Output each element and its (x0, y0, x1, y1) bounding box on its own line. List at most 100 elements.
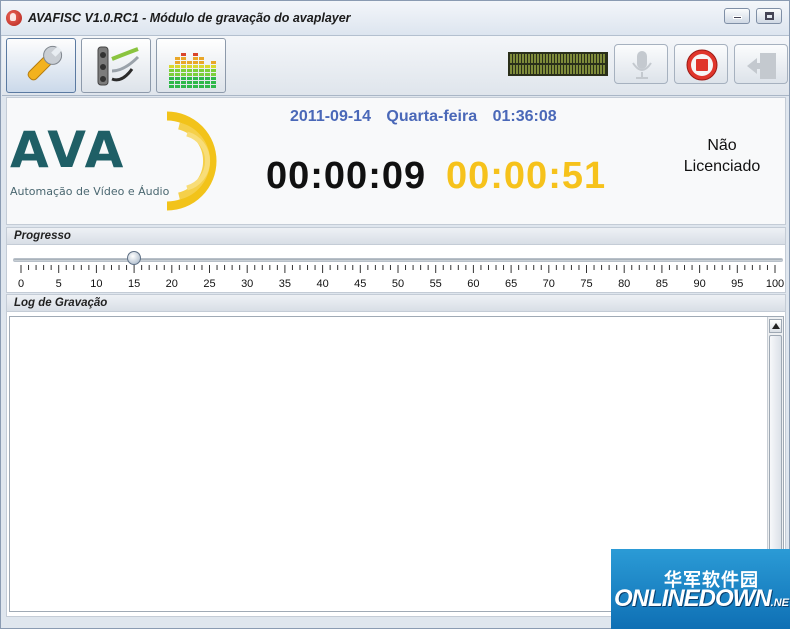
license-status: Não Licenciado (667, 135, 777, 177)
equalizer-segment (193, 57, 198, 60)
equalizer-segment (211, 61, 216, 64)
minimize-icon (733, 16, 742, 19)
progress-tick-label: 65 (504, 278, 518, 290)
remaining-timer: 00:00:51 (446, 155, 607, 197)
license-line-2: Licenciado (683, 158, 761, 175)
progress-tick-label: 0 (17, 278, 25, 290)
equalizer-segment (169, 65, 174, 68)
equalizer-segment (175, 57, 180, 60)
equalizer-segment (211, 73, 216, 76)
equalizer-segment (205, 85, 210, 88)
equalizer-segment (193, 77, 198, 80)
stop-record-button[interactable] (674, 44, 728, 84)
equalizer-button[interactable] (156, 38, 226, 93)
progress-tick-label: 45 (354, 278, 367, 290)
progress-tick-label: 95 (731, 278, 744, 290)
equalizer-icon (169, 53, 216, 88)
equalizer-segment (169, 77, 174, 80)
equalizer-segment (199, 69, 204, 72)
watermark-en-suffix: .NET (770, 597, 790, 609)
exit-button[interactable] (734, 44, 788, 84)
equalizer-segment (175, 73, 180, 76)
equalizer-segment (187, 65, 192, 68)
progress-title: Progresso (7, 228, 785, 245)
equalizer-segment (181, 65, 186, 68)
progress-tick-label: 80 (618, 278, 631, 290)
equalizer-segment (199, 73, 204, 76)
progress-tick-label: 70 (542, 278, 555, 290)
exit-door-icon (747, 53, 776, 79)
equalizer-segment (175, 85, 180, 88)
elapsed-timer: 00:00:09 (266, 155, 427, 197)
progress-tick-label: 5 (55, 278, 62, 290)
header-panel: AVA Automação de Vídeo e Áudio 2011-09-1… (6, 97, 786, 225)
equalizer-segment (193, 65, 198, 68)
minimize-button[interactable] (724, 8, 750, 24)
equalizer-segment (181, 85, 186, 88)
progress-tick-label: 25 (203, 278, 216, 290)
progress-slider-thumb[interactable] (127, 251, 142, 265)
equalizer-segment (187, 85, 192, 88)
equalizer-segment (211, 77, 216, 80)
equalizer-segment (169, 69, 174, 72)
current-weekday: Quarta-feira (386, 108, 478, 125)
logo-subtitle: Automação de Vídeo e Áudio (10, 185, 170, 198)
equalizer-segment (205, 65, 210, 68)
watermark-logo: 华军软件园 ONLINEDOWN.NET (611, 549, 790, 629)
progress-tick-label: 30 (241, 278, 254, 290)
equalizer-segment (187, 81, 192, 84)
equalizer-segment (181, 61, 186, 64)
equalizer-segment (199, 61, 204, 64)
equalizer-segment (169, 81, 174, 84)
equalizer-segment (211, 65, 216, 68)
maximize-button[interactable] (756, 8, 782, 24)
progress-tick-label: 75 (580, 278, 593, 290)
equalizer-segment (187, 69, 192, 72)
equalizer-segment (199, 81, 204, 84)
equalizer-segment (181, 73, 186, 76)
equalizer-segment (205, 73, 210, 76)
equalizer-segment (175, 77, 180, 80)
equalizer-segment (199, 65, 204, 68)
scroll-up-arrow-icon[interactable] (769, 319, 782, 333)
progress-tick-label: 100 (765, 278, 785, 290)
license-line-1: Não (707, 137, 737, 154)
progress-tick-label: 90 (693, 278, 706, 290)
progress-panel: Progresso 0 5 10 15 20 25 30 35 40 45 50 55 60 65 70 75… (6, 227, 786, 293)
microphone-icon (632, 51, 652, 79)
logo-text: AVA (10, 121, 126, 179)
equalizer-segment (193, 81, 198, 84)
current-date: 2011-09-14 (290, 108, 371, 125)
app-icon (6, 10, 22, 26)
progress-tick-label: 35 (278, 278, 292, 290)
watermark-en-main: ONLINEDOWN (614, 585, 772, 612)
equalizer-segment (211, 69, 216, 72)
maximize-icon (765, 12, 774, 20)
progress-tick-label: 10 (90, 278, 103, 290)
equalizer-segment (211, 81, 216, 84)
equalizer-segment (199, 57, 204, 60)
audio-cables-icon (97, 46, 140, 86)
audio-cables-button[interactable] (81, 38, 151, 93)
vu-meter-right (510, 65, 606, 74)
equalizer-segment (175, 65, 180, 68)
progress-tick-label: 40 (316, 278, 329, 290)
vu-meter-left (510, 54, 606, 63)
toolbar (2, 36, 789, 96)
equalizer-segment (187, 61, 192, 64)
equalizer-segment (181, 57, 186, 60)
scroll-thumb[interactable] (769, 335, 782, 565)
vu-meter (508, 52, 608, 76)
equalizer-segment (193, 85, 198, 88)
record-stop-icon (686, 49, 718, 81)
settings-button[interactable] (6, 38, 76, 93)
equalizer-segment (205, 77, 210, 80)
title-bar: AVAFISC V1.0.RC1 - Módulo de gravação do… (1, 1, 789, 36)
equalizer-segment (169, 85, 174, 88)
microphone-button[interactable] (614, 44, 668, 84)
equalizer-segment (181, 81, 186, 84)
equalizer-segment (187, 73, 192, 76)
equalizer-segment (181, 53, 186, 56)
progress-tick-label: 15 (127, 278, 141, 290)
logo-arcs (166, 111, 217, 211)
